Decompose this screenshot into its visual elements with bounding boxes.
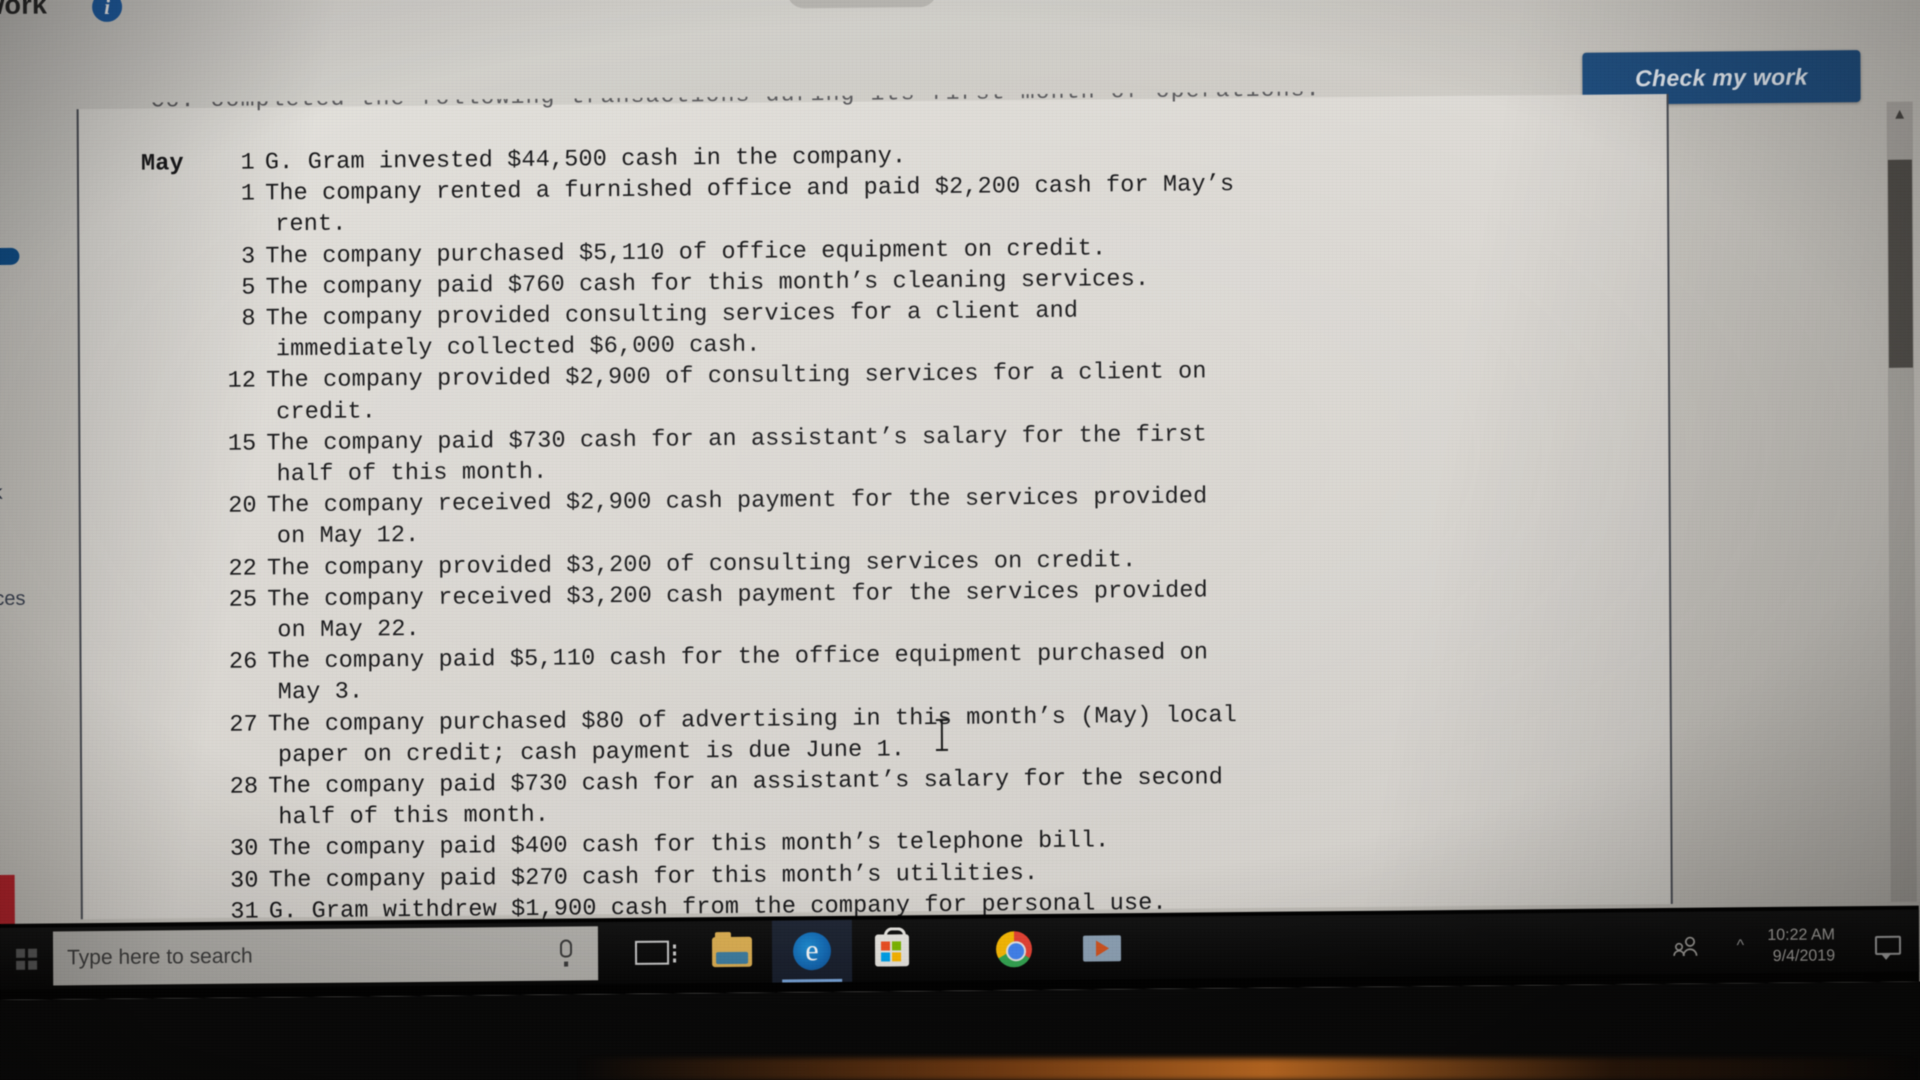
microsoft-store-button[interactable]	[852, 919, 932, 982]
notification-icon	[1874, 935, 1902, 955]
transaction-month-label	[144, 772, 224, 804]
transaction-day: 26	[228, 648, 258, 677]
taskbar-search-box[interactable]: Type here to search	[52, 926, 599, 986]
microsoft-edge-icon: e	[792, 932, 832, 971]
people-icon	[1673, 936, 1698, 957]
transaction-day: 12	[227, 367, 257, 396]
transaction-month-label	[143, 553, 223, 585]
microphone-icon[interactable]	[559, 939, 573, 958]
sidebar-fragment-3: nces	[0, 587, 26, 611]
transaction-month-label	[143, 491, 223, 523]
question-content-card: Co. completed the following transactions…	[76, 89, 1673, 926]
status-badge-saved: Saved	[786, 0, 938, 9]
transaction-day: 1	[240, 149, 255, 177]
transaction-day: 1	[240, 180, 256, 208]
transaction-month-label: May	[140, 150, 184, 178]
transaction-month-label	[143, 647, 223, 679]
clipped-left-sidebar: k t nces	[0, 0, 81, 1000]
text-cursor-artifact	[940, 718, 943, 751]
task-view-icon	[634, 940, 670, 965]
transaction-day: 15	[227, 430, 257, 458]
monitor-screen: k t nces ework i Saved Help Save & Exit …	[0, 0, 1920, 1000]
start-button[interactable]	[0, 927, 53, 990]
windows-logo-icon	[15, 948, 37, 970]
transaction-month-label	[141, 179, 221, 211]
clock-date: 9/4/2019	[1772, 947, 1836, 965]
scroll-up-arrow-icon[interactable]: ▲	[1887, 102, 1913, 128]
transaction-list: May 1 G. Gram invested $44,500 cash in the…	[141, 135, 1585, 929]
taskbar-clock[interactable]: 10:22 AM 9/4/2019	[1767, 924, 1857, 967]
page-title: ework	[0, 0, 48, 21]
transaction-month-label	[141, 241, 221, 273]
transaction-day: 28	[229, 773, 259, 801]
media-player-icon	[1082, 935, 1122, 962]
transaction-month-label	[145, 865, 225, 897]
google-chrome-icon	[995, 931, 1033, 968]
file-explorer-icon	[711, 936, 753, 968]
media-player-button[interactable]	[1062, 917, 1142, 980]
microsoft-edge-button[interactable]: e	[771, 919, 853, 983]
sidebar-fragment-1: k	[0, 481, 3, 505]
google-chrome-button[interactable]	[974, 918, 1054, 981]
desk-reflection-glow	[0, 1058, 1920, 1080]
show-hidden-icons-button[interactable]: ^	[1713, 937, 1767, 956]
search-placeholder: Type here to search	[67, 944, 253, 970]
scrollbar-thumb[interactable]	[1887, 159, 1913, 368]
microsoft-store-icon	[874, 934, 910, 967]
transaction-day: 5	[241, 274, 256, 302]
clock-time: 10:22 AM	[1767, 926, 1835, 945]
taskbar-pinned-icons: e	[612, 917, 1142, 984]
transaction-day: 30	[229, 835, 259, 864]
transaction-month-label	[144, 709, 224, 741]
sidebar-progress-bar	[0, 247, 20, 266]
transaction-day: 3	[241, 243, 256, 271]
action-center-button[interactable]	[1857, 935, 1919, 955]
transaction-day: 30	[230, 867, 259, 895]
transaction-month-label	[142, 429, 222, 461]
system-tray: ^ 10:22 AM 9/4/2019	[1659, 914, 1919, 978]
transaction-month-label	[144, 834, 224, 866]
info-icon[interactable]: i	[92, 0, 123, 23]
store-logo-grid	[880, 941, 902, 962]
page-scrollbar[interactable]: ▲	[1886, 101, 1917, 902]
transaction-day: 22	[228, 555, 258, 583]
transaction-day: 27	[229, 711, 258, 739]
people-button[interactable]	[1659, 936, 1713, 959]
transaction-month-label	[142, 304, 222, 336]
transaction-day: 25	[228, 586, 258, 614]
transaction-month-label	[141, 273, 221, 305]
transaction-day: 8	[241, 305, 256, 333]
screen-photograph: k t nces ework i Saved Help Save & Exit …	[0, 0, 1920, 1080]
task-view-button[interactable]	[612, 921, 692, 984]
transaction-month-label	[142, 366, 222, 398]
transaction-month-label	[143, 585, 223, 617]
file-explorer-button[interactable]	[692, 921, 772, 984]
transaction-day: 20	[228, 492, 257, 521]
